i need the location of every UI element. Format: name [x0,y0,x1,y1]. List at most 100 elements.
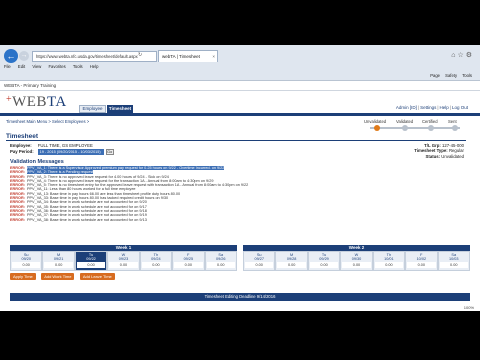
progress-line [370,127,460,129]
day-hours: 0.00 [44,262,73,268]
day-hours: 0.00 [174,262,203,268]
validation-message: ERROR: PPV_VA_38: Base time in work sched… [10,218,310,222]
timesheet-info: T/L Grp: 127-45-000 Timesheet Type: Regu… [414,143,464,159]
day-date: 09/28 [286,257,297,261]
step-sent: Sent [448,119,457,124]
validation-list: ERROR: PPV_VA_1: There is a Supervisor Ap… [10,166,310,222]
day-cell[interactable]: Th 10/01 0.00 [372,251,406,271]
step-unvalidated: Unvalidated [364,119,387,124]
day-cell[interactable]: W 09/23 0.00 [107,251,140,271]
tab-employee[interactable]: Employee [79,105,106,113]
browser-chrome: ← → https://www.webta.nfc.usda.gov/times… [0,45,480,81]
divider [6,140,466,141]
day-cell[interactable]: Sa 09/26 0.00 [204,251,237,271]
help-link[interactable]: Help [440,105,449,110]
nav-bar [0,113,480,116]
back-arrow-icon[interactable]: ← [4,49,18,63]
step-certified: Certified [422,119,438,124]
day-cell[interactable]: M 09/28 0.00 [275,251,308,271]
menu-tools[interactable]: Tools [73,64,83,69]
day-date: 09/26 [215,257,226,261]
step-validated: Validated [396,119,414,124]
tools-menu[interactable]: Tools [462,73,472,78]
day-cell[interactable]: F 10/02 0.00 [405,251,438,271]
validation-title: Validation Messages [10,159,64,165]
error-code: ERROR: [10,213,25,218]
menu-edit[interactable]: Edit [18,64,25,69]
settings-link[interactable]: Settings [420,105,436,110]
type-label: Timesheet Type: [414,148,448,154]
day-cell[interactable]: Tu 09/22 0.00 [74,251,108,271]
day-hours: 0.00 [374,262,404,268]
menu-file[interactable]: File [4,64,11,69]
tab-title: webTA | Timesheet [162,54,200,59]
menu-help[interactable]: Help [90,64,99,69]
day-cell[interactable]: Th 09/24 0.00 [139,251,173,271]
day-hours: 0.00 [342,262,371,268]
day-hours: 0.00 [309,262,339,268]
apply-time-button[interactable]: Apply Time [10,273,36,280]
day-cell[interactable]: Su 09/27 0.00 [243,251,276,271]
add-leave-time-button[interactable]: Add Leave Time [79,273,115,280]
day-hours: 0.00 [245,262,274,268]
day-cell[interactable]: M 09/21 0.00 [42,251,75,271]
week-table: Week 1 Week 2 Su 09/20 0.00 M 09/21 0.00 Tu 09/… [10,245,470,271]
forward-arrow-icon[interactable]: → [19,51,29,61]
safety-menu[interactable]: Safety [445,73,457,78]
window-icons[interactable]: ⌂☆⚙ [451,51,474,59]
day-cell[interactable]: W 09/30 0.00 [340,251,373,271]
day-cell[interactable]: Sa 10/03 0.00 [437,251,470,271]
command-bar-right: Page Safety Tools [426,73,472,78]
admin-link[interactable]: Admin [ID] [396,105,417,110]
day-date: 09/22 [86,257,96,261]
day-cell[interactable]: F 09/25 0.00 [172,251,205,271]
add-work-time-button[interactable]: Add Work Time [41,273,75,280]
go-button[interactable]: Go [105,149,114,155]
day-hours: 0.00 [407,262,436,268]
deadline-bar: Timesheet Editing Deadline 9/14/2016 [10,293,470,301]
day-hours: 0.00 [76,262,106,268]
week-2: Su 09/27 0.00 M 09/28 0.00 Tu 09/29 0.00 W 09/30 0.… [243,251,470,271]
action-buttons: Apply Time Add Work Time Add Leave Time [10,273,119,280]
menu-view[interactable]: View [32,64,41,69]
breadcrumb[interactable]: Timesheet Main Menu > Select Employees > [6,119,89,124]
step-dot-2 [428,125,434,131]
divider [0,90,480,91]
menu-bar: File Edit View Favorites Tools Help [4,64,104,69]
day-cell[interactable]: Su 09/20 0.00 [10,251,43,271]
refresh-icon[interactable]: ↻ [138,52,142,58]
browser-tab[interactable]: webTA | Timesheet × [158,50,218,62]
star-icon[interactable]: ☆ [457,52,465,59]
day-date: 10/02 [416,257,427,261]
pay-period-label: Pay Period: [10,149,34,155]
day-date: 09/30 [351,257,362,261]
close-icon[interactable]: × [212,51,215,62]
logout-link[interactable]: Log Out [452,105,468,110]
menu-favorites[interactable]: Favorites [49,64,66,69]
day-date: 10/03 [448,257,459,261]
day-cell[interactable]: Tu 09/29 0.00 [307,251,341,271]
day-date: 09/25 [183,257,194,261]
logo-prefix: WEB [12,94,47,110]
day-date: 09/29 [319,257,329,261]
zoom-level[interactable]: 100% [464,305,474,310]
day-date: 10/01 [384,257,394,261]
day-hours: 0.00 [141,262,171,268]
day-date: 09/20 [21,257,31,261]
step-dot-3 [452,125,458,131]
employee-row: Employee: FULL TIME, GS EMPLOYEE [10,143,93,148]
error-text: PPV_VA_38: Base time in work schedule ar… [26,217,147,222]
employee-label: Employee: [10,143,32,148]
week-cells: Su 09/20 0.00 M 09/21 0.00 Tu 09/22 0.00 W 09/23 0.… [10,251,470,271]
page-menu[interactable]: Page [430,73,440,78]
tab-timesheet[interactable]: Timesheet [107,105,133,113]
pay-period-select[interactable]: 19 - 2015 (09/20/2015 - 10/03/2015) [37,149,104,155]
error-code: ERROR: [10,187,25,192]
logo-suffix: TA [46,94,67,110]
gear-icon[interactable]: ⚙ [466,52,474,59]
status-badge: Unvalidated [441,153,464,159]
employee-value: FULL TIME, GS EMPLOYEE [37,143,93,148]
day-hours: 0.00 [206,262,235,268]
webta-logo: +WEBTA [6,94,67,111]
command-bar: Page Safety Tools [0,72,480,81]
